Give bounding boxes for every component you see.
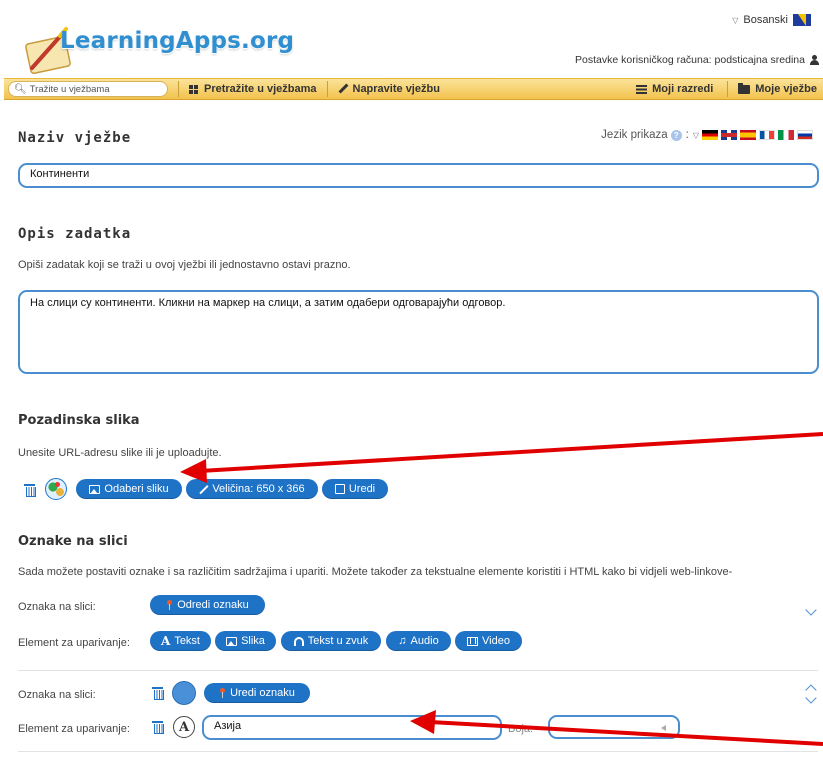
nav-create-label: Napravite vježbu [352, 83, 440, 95]
folder-icon [738, 82, 751, 94]
expand-chevron-down-icon[interactable] [805, 604, 817, 616]
marker-label: Oznaka na slici: [18, 601, 96, 613]
marker-color-circle[interactable] [172, 681, 196, 705]
row-divider [18, 751, 818, 752]
nav-exercises-label: Moje vježbe [755, 83, 817, 95]
pair-element-label: Element za uparivanje: [18, 637, 130, 649]
move-down-chevron-down-icon[interactable] [805, 692, 817, 704]
color-label: Boja: [508, 723, 534, 735]
add-video-button[interactable]: Video [455, 631, 522, 651]
edit-image-button[interactable]: Uredi [322, 479, 388, 499]
pair-element-label: Element za uparivanje: [18, 723, 130, 735]
choose-image-label: Odaberi sliku [104, 483, 169, 495]
edit-marker-button[interactable]: Uredi oznaku [204, 683, 310, 703]
uk-flag-icon[interactable] [721, 130, 737, 140]
french-flag-icon[interactable] [759, 130, 775, 140]
display-language: Jezik prikaza ? : ▽ [601, 129, 813, 141]
nav-my-classes[interactable]: Moji razredi [626, 79, 727, 99]
colon-separator: : [685, 129, 689, 141]
edit-icon [334, 484, 345, 494]
nav-classes-label: Moji razredi [652, 83, 714, 95]
exercise-name-heading: Naziv vježbe [18, 130, 132, 146]
logo-text: LearningApps.org [60, 28, 295, 54]
choose-image-button[interactable]: Odaberi sliku [76, 479, 182, 499]
task-description-heading: Opis zadatka [18, 226, 132, 242]
add-video-label: Video [482, 635, 510, 647]
music-note-icon: ♫ [398, 635, 407, 647]
image-size-button[interactable]: Veličina: 650 x 366 [186, 479, 318, 499]
delete-marker-trash-icon[interactable] [152, 686, 164, 700]
text-element-icon: A [173, 716, 195, 738]
nav-create-exercise[interactable]: Napravite vježbu [328, 79, 450, 99]
row-divider [18, 670, 818, 671]
nav-my-exercises[interactable]: Moje vježbe [728, 79, 823, 99]
add-audio-button[interactable]: ♫ Audio [386, 631, 451, 651]
edit-marker-label: Uredi oznaku [230, 687, 295, 699]
delete-element-trash-icon[interactable] [152, 720, 164, 734]
markers-hint: Sada možete postaviti oznake i sa različ… [18, 566, 733, 578]
background-image-hint: Unesite URL-adresu slike ili je uploaduj… [18, 447, 222, 459]
caret-down-icon[interactable]: ▽ [693, 131, 699, 140]
add-text-label: Tekst [174, 635, 200, 647]
delete-image-trash-icon[interactable] [24, 483, 36, 497]
background-image-heading: Pozadinska slika [18, 413, 140, 428]
help-icon[interactable]: ? [670, 129, 682, 141]
set-marker-label: Odredi oznaku [177, 599, 249, 611]
german-flag-icon[interactable] [702, 130, 718, 140]
image-thumbnail-globe-icon[interactable] [45, 478, 67, 500]
headphones-icon [293, 636, 304, 646]
image-size-label: Veličina: 650 x 366 [212, 483, 305, 495]
italian-flag-icon[interactable] [778, 130, 794, 140]
task-description-hint: Opiši zadatak koji se traži u ovoj vježb… [18, 259, 351, 271]
marker-label: Oznaka na slici: [18, 689, 96, 701]
add-audio-label: Audio [410, 635, 439, 647]
image-icon [89, 484, 101, 494]
add-image-button[interactable]: Slika [215, 631, 276, 651]
display-language-label: Jezik prikaza [601, 129, 668, 141]
main-navbar: 🔍︎ Tražite u vježbama Pretražite u vježb… [4, 78, 823, 100]
pencil-icon [338, 84, 348, 94]
account-label: Postavke korisničkog računa: podsticajna… [575, 54, 805, 66]
bosnia-flag-icon [793, 14, 811, 26]
text-icon: A [161, 634, 171, 648]
pin-icon [219, 688, 226, 698]
search-input[interactable]: 🔍︎ Tražite u vježbama [8, 81, 168, 97]
user-icon [810, 55, 819, 65]
answer-text-input[interactable]: Азија [202, 715, 502, 740]
edit-image-label: Uredi [348, 483, 376, 495]
caret-left-icon [661, 725, 666, 731]
add-text-button[interactable]: A Tekst [150, 631, 211, 651]
caret-down-icon: ▽ [732, 15, 739, 25]
pin-icon [166, 600, 173, 610]
spanish-flag-icon[interactable] [740, 130, 756, 140]
search-icon: 🔍︎ [14, 83, 27, 95]
nav-browse-label: Pretražite u vježbama [204, 83, 317, 95]
grid-icon [189, 84, 199, 94]
nav-browse-exercises[interactable]: Pretražite u vježbama [179, 79, 327, 99]
language-label: Bosanski [743, 14, 788, 26]
task-description-textarea[interactable]: На слици су континенти. Кликни на маркер… [18, 290, 819, 374]
image-icon [226, 636, 238, 646]
annotation-arrow-choose-image [180, 432, 823, 483]
russian-flag-icon[interactable] [797, 130, 813, 140]
logo[interactable]: LearningApps.org [24, 10, 294, 76]
set-marker-button[interactable]: Odredi oznaku [150, 595, 265, 615]
exercise-title-input[interactable]: Континенти [18, 163, 819, 188]
markers-heading: Oznake na slici [18, 534, 128, 549]
list-icon [636, 84, 648, 94]
add-text-to-speech-button[interactable]: Tekst u zvuk [281, 631, 381, 651]
film-icon [467, 636, 479, 646]
color-picker-field[interactable] [548, 715, 680, 739]
language-selector[interactable]: ▽ Bosanski [732, 14, 811, 26]
account-settings[interactable]: Postavke korisničkog računa: podsticajna… [575, 54, 819, 66]
resize-icon [199, 485, 208, 494]
search-placeholder: Tražite u vježbama [29, 83, 110, 95]
add-image-label: Slika [241, 635, 265, 647]
add-tts-label: Tekst u zvuk [307, 635, 369, 647]
